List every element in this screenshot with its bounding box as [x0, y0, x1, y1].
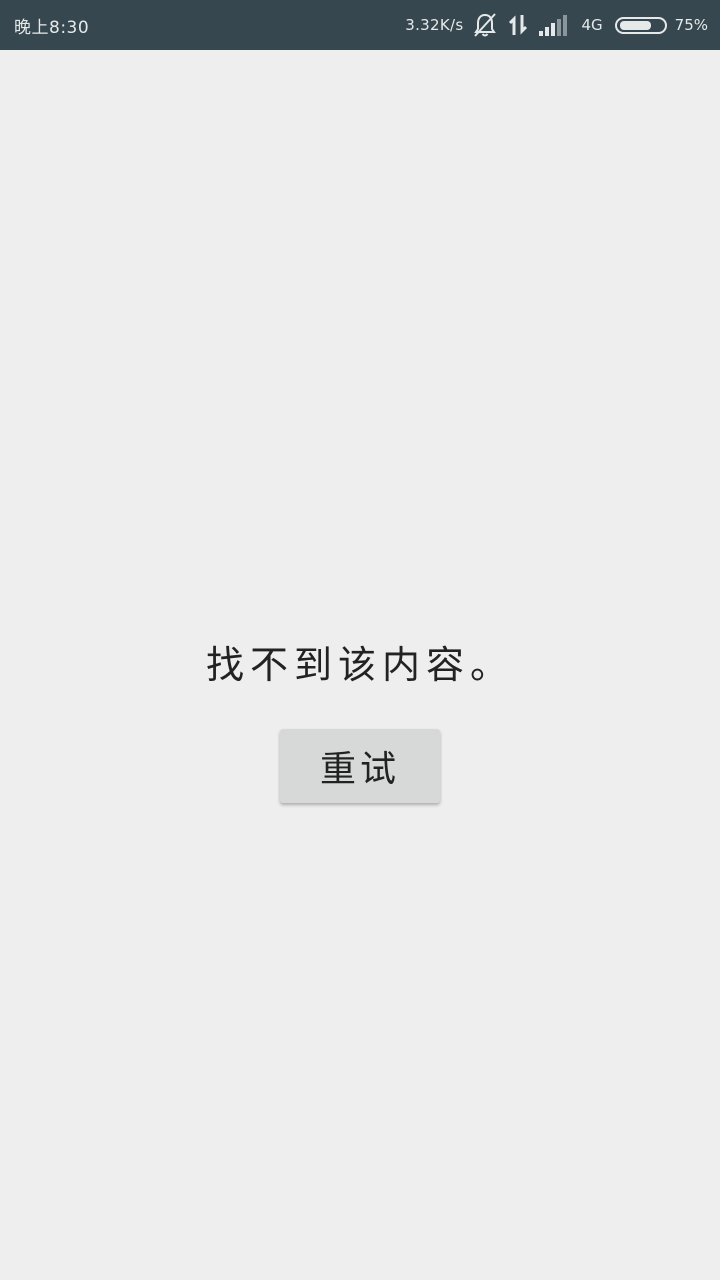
- notifications-off-icon: [473, 12, 497, 38]
- data-transfer-icon: [507, 13, 529, 37]
- status-bar: 晚上8:30 3.32K/s 4G 75%: [0, 0, 720, 50]
- battery-level: [619, 20, 652, 30]
- network-speed: 3.32K/s: [405, 16, 464, 34]
- main-content: 找不到该内容。 重试: [0, 50, 720, 1280]
- battery-percent: 75%: [674, 16, 708, 34]
- status-bar-left: 晚上8:30: [14, 13, 89, 38]
- retry-button[interactable]: 重试: [280, 729, 440, 803]
- signal-icon: [539, 14, 571, 36]
- battery-icon: [614, 16, 667, 34]
- not-found-message: 找不到该内容。: [205, 643, 514, 687]
- status-bar-right: 3.32K/s 4G 75%: [395, 12, 708, 38]
- clock: 晚上8:30: [14, 17, 90, 38]
- network-type: 4G: [581, 16, 603, 34]
